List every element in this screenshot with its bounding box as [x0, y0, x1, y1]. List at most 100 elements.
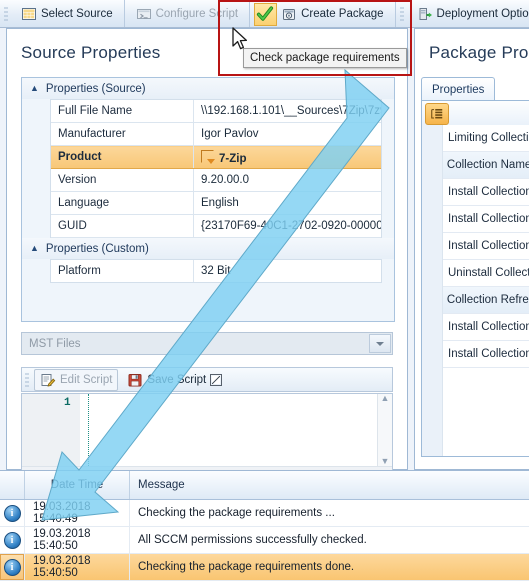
- tab-properties-label: Properties: [432, 83, 485, 96]
- chevron-down-icon[interactable]: [369, 334, 391, 353]
- log-col-message-header[interactable]: Message: [130, 471, 529, 499]
- editor-vertical-scrollbar[interactable]: ▲ ▼: [377, 394, 392, 466]
- table-row[interactable]: Platform 32 Bit: [51, 260, 381, 282]
- source-properties-title: Source Properties: [21, 43, 161, 62]
- deployment-options-label: Deployment Options: [436, 7, 529, 20]
- mst-files-combobox[interactable]: MST Files: [21, 332, 393, 355]
- table-row[interactable]: Version 9.20.00.0: [51, 168, 381, 192]
- create-package-button[interactable]: Create Package: [278, 2, 390, 26]
- log-col-datetime-header[interactable]: Date Time: [25, 471, 130, 499]
- properties-source-label: Properties (Source): [45, 82, 146, 95]
- log-row-datetime: 19.03.2018 15:40:50: [25, 527, 130, 553]
- package-box-icon: [283, 8, 296, 20]
- tab-properties[interactable]: Properties: [421, 77, 496, 101]
- edit-value-icon[interactable]: [201, 149, 215, 164]
- toolbar-group-configure-script: Configure Script: [125, 0, 251, 27]
- script-toolbar-grip-icon: [25, 371, 29, 388]
- save-script-checkbox[interactable]: [210, 373, 223, 386]
- row-value-text: 7-Zip: [219, 152, 247, 165]
- list-item-label: Install Collection: [448, 213, 529, 225]
- script-window-icon: [136, 8, 151, 19]
- log-row-selected[interactable]: i 19.03.2018 15:40:50 Checking the packa…: [0, 554, 529, 581]
- table-row[interactable]: Full File Name \\192.168.1.101\__Sources…: [51, 100, 381, 123]
- log-row-datetime: 19.03.2018 15:40:49: [25, 500, 130, 526]
- chevron-up-icon: ▲: [30, 83, 39, 93]
- table-row[interactable]: Language English: [51, 191, 381, 215]
- table-row-selected[interactable]: Product 7-Zip: [51, 145, 381, 169]
- package-tabstrip: Properties: [421, 77, 529, 101]
- save-disk-icon: [128, 373, 142, 386]
- list-properties-icon: [431, 109, 443, 119]
- info-icon: i: [3, 531, 21, 549]
- deploy-server-icon: [419, 7, 432, 20]
- toolbar-group-create-package: Create Package: [250, 0, 396, 27]
- toolbar-grip-icon: [4, 5, 8, 22]
- select-source-label: Select Source: [41, 7, 113, 20]
- source-properties-pane: Source Properties ▲ Properties (Source) …: [6, 28, 408, 481]
- configure-script-button[interactable]: Configure Script: [129, 2, 245, 26]
- custom-properties-table: Platform 32 Bit: [51, 260, 381, 282]
- grid-table-icon: [22, 7, 36, 20]
- toolbar-group-deployment-options: Deployment Options: [396, 0, 529, 27]
- scroll-down-icon[interactable]: ▼: [381, 457, 390, 466]
- green-check-icon: [256, 5, 274, 21]
- list-item-label: Install Collection: [448, 240, 529, 252]
- mst-files-placeholder: MST Files: [29, 337, 81, 350]
- chevron-up-icon-2: ▲: [30, 243, 39, 253]
- properties-custom-section-header[interactable]: ▲ Properties (Custom): [22, 238, 394, 259]
- properties-source-section-header[interactable]: ▲ Properties (Source): [22, 78, 394, 99]
- scroll-up-icon[interactable]: ▲: [381, 394, 390, 403]
- list-view-button[interactable]: [425, 103, 449, 125]
- source-properties-table: Full File Name \\192.168.1.101\__Sources…: [51, 100, 381, 238]
- log-header-row: Date Time Message: [0, 471, 529, 500]
- row-key: Platform: [51, 260, 194, 282]
- edit-script-icon: [41, 373, 56, 387]
- save-script-button[interactable]: Save Script: [121, 369, 228, 391]
- toolbar-grip-icon-2: [399, 5, 404, 22]
- row-value: Igor Pavlov: [193, 122, 381, 146]
- list-item-label: Install Collection: [448, 348, 529, 360]
- toolbar-group-select-source: Select Source: [0, 0, 125, 27]
- list-item-label: Uninstall Collection: [448, 267, 529, 279]
- row-key: Product: [51, 145, 194, 169]
- editor-line-number: 1: [64, 397, 71, 409]
- create-package-label: Create Package: [301, 7, 384, 20]
- row-key: Version: [51, 168, 194, 192]
- configure-script-label: Configure Script: [155, 7, 239, 20]
- package-list-toolbar: [421, 100, 529, 127]
- script-editor[interactable]: 1 ▲ ▼ ◀ ▶: [21, 393, 393, 481]
- log-row-message: Checking the package requirements done.: [138, 561, 355, 573]
- edit-script-label: Edit Script: [60, 373, 113, 386]
- list-item-label: Install Collection: [448, 186, 529, 198]
- row-value: English: [193, 191, 381, 215]
- log-row[interactable]: i 19.03.2018 15:40:50 All SCCM permissio…: [0, 527, 529, 554]
- log-row-message: All SCCM permissions successfully checke…: [138, 534, 367, 546]
- row-value: {23170F69-40C1-2702-0920-000001000000}: [193, 214, 381, 238]
- log-col-icon-header[interactable]: [0, 471, 25, 499]
- info-icon: i: [3, 558, 21, 576]
- table-row[interactable]: GUID {23170F69-40C1-2702-0920-0000010000…: [51, 214, 381, 238]
- log-row[interactable]: i 19.03.2018 15:40:49 Checking the packa…: [0, 500, 529, 527]
- edit-script-button[interactable]: Edit Script: [34, 368, 119, 391]
- create-package-tooltip: Check package requirements: [243, 48, 407, 68]
- log-row-icon-cell: i: [0, 527, 25, 553]
- log-row-icon-cell: i: [0, 554, 25, 580]
- package-properties-pane: Package Properties Properties Limiting C…: [414, 28, 529, 470]
- main-toolbar: Select Source Configure Script Create Pa…: [0, 0, 529, 28]
- deployment-options-button[interactable]: Deployment Options: [410, 2, 529, 26]
- tooltip-text: Check package requirements: [250, 52, 400, 64]
- info-icon: i: [3, 504, 21, 522]
- package-properties-list[interactable]: Limiting Collection ▲ Collection Names I…: [421, 125, 529, 457]
- properties-custom-label: Properties (Custom): [45, 242, 149, 255]
- row-key: Full File Name: [51, 100, 194, 123]
- log-row-datetime: 19.03.2018 15:40:50: [25, 554, 130, 580]
- log-row-message: Checking the package requirements ...: [138, 507, 335, 519]
- row-value: 32 Bit: [201, 265, 231, 277]
- package-properties-title: Package Properties: [429, 43, 529, 62]
- row-value: 7-Zip: [193, 145, 381, 169]
- application-window: Select Source Configure Script Create Pa…: [0, 0, 529, 581]
- select-source-button[interactable]: Select Source: [14, 2, 120, 26]
- table-row[interactable]: Manufacturer Igor Pavlov: [51, 122, 381, 146]
- row-key: Manufacturer: [51, 122, 194, 146]
- script-toolbar: Edit Script Save Script: [21, 367, 393, 392]
